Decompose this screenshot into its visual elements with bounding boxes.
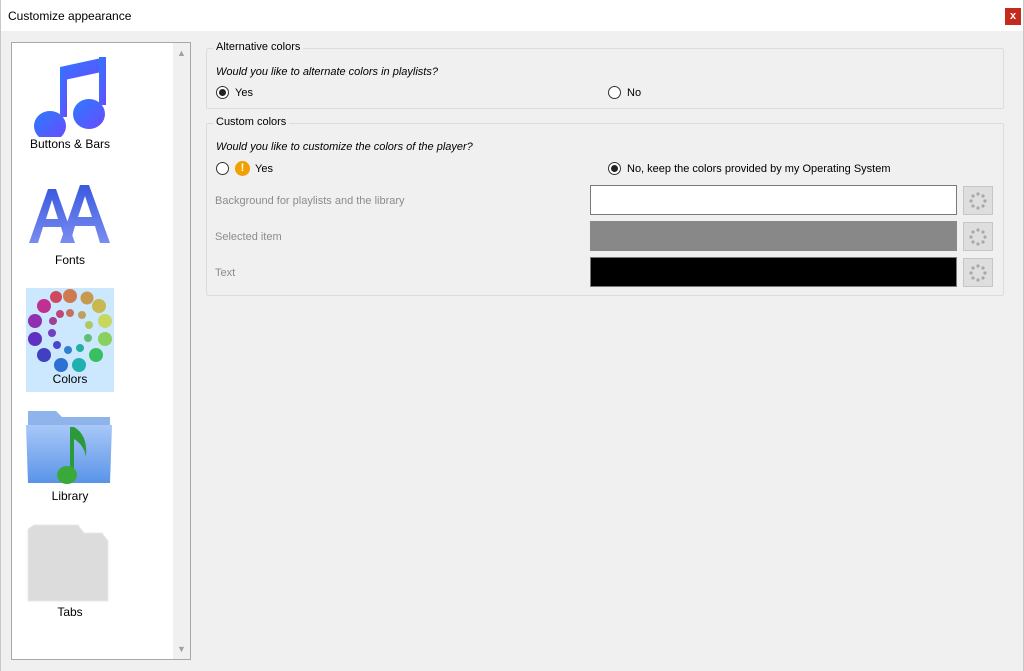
sidebar-item-tabs[interactable]: Tabs xyxy=(26,521,114,625)
radio-label: No, keep the colors provided by my Opera… xyxy=(627,162,891,175)
sidebar-item-label: Tabs xyxy=(57,605,83,619)
warning-icon: ! xyxy=(235,161,250,176)
sidebar-item-label: Library xyxy=(51,489,89,503)
selected-item-color-picker-button[interactable] xyxy=(963,222,993,251)
category-sidebar[interactable]: Buttons & Bars Fonts Colors Library Tabs… xyxy=(11,42,191,660)
close-button[interactable]: x xyxy=(1005,8,1021,25)
radio-checked-dot xyxy=(219,89,226,96)
scroll-up-icon[interactable]: ▲ xyxy=(173,45,190,62)
custom-no-radio[interactable]: No, keep the colors provided by my Opera… xyxy=(608,162,891,175)
text-color-label: Text xyxy=(215,267,236,279)
background-color-picker-button[interactable] xyxy=(963,186,993,215)
radio-checked-dot xyxy=(611,165,618,172)
window-title: Customize appearance xyxy=(8,9,132,23)
music-note-icon xyxy=(26,53,114,141)
sidebar-item-library[interactable]: Library xyxy=(26,405,114,509)
alternate-colors-question: Would you like to alternate colors in pl… xyxy=(216,66,438,78)
sidebar-scrollbar[interactable]: ▲ ▼ xyxy=(173,43,190,659)
tabs-folder-icon xyxy=(26,521,114,605)
radio-label: No xyxy=(627,86,642,99)
sidebar-item-label: Fonts xyxy=(54,253,85,267)
fonts-icon xyxy=(26,169,114,253)
color-picker-icon xyxy=(969,264,987,282)
color-picker-icon xyxy=(969,192,987,210)
selected-item-color-swatch xyxy=(590,221,957,251)
sidebar-item-buttons-bars[interactable]: Buttons & Bars xyxy=(26,53,114,157)
text-color-swatch xyxy=(590,257,957,287)
custom-yes-radio[interactable]: ! Yes xyxy=(216,161,273,176)
sidebar-item-colors[interactable]: Colors xyxy=(26,288,114,392)
sidebar-item-label: Colors xyxy=(52,372,88,386)
radio-label: Yes xyxy=(255,162,273,175)
selected-item-color-label: Selected item xyxy=(215,231,282,243)
group-title: Alternative colors xyxy=(213,41,304,53)
color-picker-icon xyxy=(969,228,987,246)
sidebar-item-label: Buttons & Bars xyxy=(29,137,111,151)
color-wheel-icon xyxy=(26,288,114,372)
radio-label: Yes xyxy=(235,86,253,99)
title-bar: Customize appearance x xyxy=(0,0,1024,31)
group-title: Custom colors xyxy=(213,116,290,128)
alternate-yes-radio[interactable]: Yes xyxy=(216,86,253,99)
scroll-down-icon[interactable]: ▼ xyxy=(173,641,190,658)
background-color-swatch xyxy=(590,185,957,215)
alternative-colors-group: Alternative colors xyxy=(206,41,1004,109)
text-color-picker-button[interactable] xyxy=(963,258,993,287)
folder-music-icon xyxy=(26,405,114,489)
alternate-no-radio[interactable]: No xyxy=(608,86,641,99)
custom-colors-question: Would you like to customize the colors o… xyxy=(216,141,473,153)
window-border-left xyxy=(0,0,1,671)
sidebar-item-fonts[interactable]: Fonts xyxy=(26,169,114,273)
background-color-label: Background for playlists and the library xyxy=(215,195,405,207)
